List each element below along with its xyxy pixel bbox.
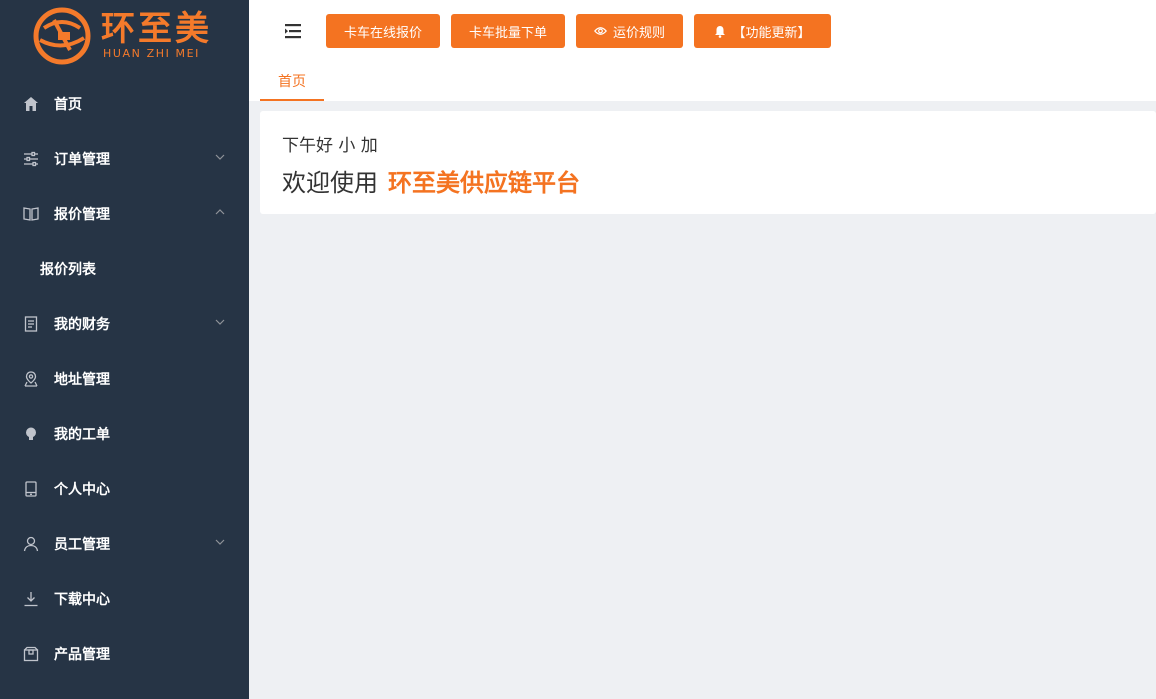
- greeting-text: 下午好 小 加: [282, 136, 378, 156]
- sidebar-item-orders[interactable]: 订单管理: [0, 131, 249, 186]
- bell-icon: [714, 25, 726, 38]
- sidebar-item-label: 员工管理: [54, 536, 110, 553]
- freight-rules-button[interactable]: 运价规则: [576, 14, 683, 48]
- sidebar-item-label: 报价管理: [54, 206, 110, 223]
- sidebar: 环至美 HUAN ZHI MEI 首页 订单管理 报价管理 报价列表 我的财务 …: [0, 0, 249, 699]
- sidebar-item-quotes[interactable]: 报价管理: [0, 186, 249, 241]
- sidebar-item-label: 报价列表: [40, 261, 96, 278]
- sidebar-item-staff[interactable]: 员工管理: [0, 516, 249, 571]
- sidebar-item-label: 个人中心: [54, 481, 110, 498]
- user-icon: [22, 535, 40, 553]
- download-icon: [22, 590, 40, 608]
- platform-name: 环至美供应链平台: [388, 169, 580, 197]
- home-icon: [22, 95, 40, 113]
- sidebar-item-products[interactable]: 产品管理: [0, 626, 249, 681]
- truck-online-quote-button[interactable]: 卡车在线报价: [326, 14, 440, 48]
- button-label: 运价规则: [612, 25, 665, 41]
- box-icon: [22, 645, 40, 663]
- sidebar-item-tickets[interactable]: 我的工单: [0, 406, 249, 461]
- button-label: 【功能更新】: [732, 25, 811, 41]
- button-label: 卡车批量下单: [468, 25, 547, 41]
- eye-icon: [593, 26, 607, 36]
- sidebar-item-address[interactable]: 地址管理: [0, 351, 249, 406]
- location-pin-icon: [22, 370, 40, 388]
- mobile-icon: [22, 480, 40, 498]
- welcome-prefix: 欢迎使用: [282, 169, 378, 197]
- sidebar-item-label: 首页: [54, 96, 82, 113]
- top-bar: 卡车在线报价 卡车批量下单 运价规则 【功能更新】: [249, 0, 1156, 62]
- sidebar-item-home[interactable]: 首页: [0, 76, 249, 131]
- sidebar-item-label: 下载中心: [54, 591, 110, 608]
- welcome-line: 欢迎使用 环至美供应链平台: [282, 163, 580, 198]
- tab-bar: 首页: [249, 62, 1156, 101]
- button-label: 卡车在线报价: [343, 25, 422, 41]
- sidebar-item-profile[interactable]: 个人中心: [0, 461, 249, 516]
- sidebar-item-finance[interactable]: 我的财务: [0, 296, 249, 351]
- feature-update-button[interactable]: 【功能更新】: [694, 14, 831, 48]
- tab-home[interactable]: 首页: [260, 62, 324, 101]
- logo[interactable]: 环至美 HUAN ZHI MEI: [0, 0, 249, 76]
- sidebar-item-label: 我的财务: [54, 316, 110, 333]
- logo-subtitle: HUAN ZHI MEI: [103, 47, 201, 60]
- truck-batch-order-button[interactable]: 卡车批量下单: [451, 14, 565, 48]
- chevron-down-icon: [215, 539, 225, 545]
- chevron-up-icon: [215, 209, 225, 215]
- sidebar-subitem-quote-list[interactable]: 报价列表: [0, 241, 249, 296]
- logo-title: 环至美: [101, 9, 212, 49]
- sidebar-menu: 首页 订单管理 报价管理 报价列表 我的财务 地址管理 我的工单 个人中心 员工…: [0, 76, 249, 681]
- sidebar-item-label: 订单管理: [54, 151, 110, 168]
- menu-collapse-icon[interactable]: [283, 22, 303, 40]
- sidebar-item-downloads[interactable]: 下载中心: [0, 571, 249, 626]
- book-icon: [22, 205, 40, 223]
- document-icon: [22, 315, 40, 333]
- sidebar-item-label: 地址管理: [54, 371, 110, 388]
- welcome-card: 下午好 小 加 欢迎使用 环至美供应链平台: [260, 111, 1156, 214]
- globe-logo-icon: [33, 7, 91, 65]
- sidebar-item-label: 我的工单: [54, 426, 110, 443]
- sliders-icon: [22, 150, 40, 168]
- bulb-icon: [22, 425, 40, 443]
- sidebar-item-label: 产品管理: [54, 646, 110, 663]
- chevron-down-icon: [215, 154, 225, 160]
- chevron-down-icon: [215, 319, 225, 325]
